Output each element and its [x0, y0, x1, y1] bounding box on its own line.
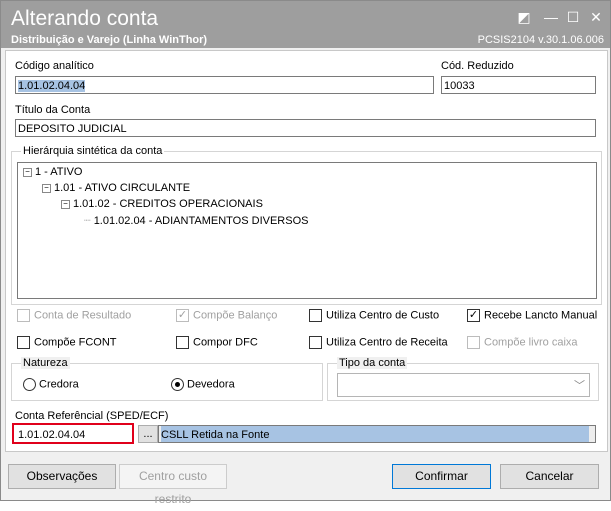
minimize-icon[interactable]: —: [541, 8, 561, 26]
centro-receita-checkbox[interactable]: Utiliza Centro de Receita: [309, 336, 448, 349]
referencial-lookup-button[interactable]: ...: [138, 425, 158, 443]
tree-node-label: 1.01 - ATIVO CIRCULANTE: [54, 182, 191, 194]
cancelar-button[interactable]: Cancelar: [500, 464, 599, 489]
checkbox-label: Compõe FCONT: [34, 336, 117, 349]
collapse-icon[interactable]: −: [42, 183, 51, 193]
compor-dfc-checkbox[interactable]: Compor DFC: [176, 336, 258, 349]
hierarchy-label: Hierárquia sintética da conta: [21, 145, 165, 157]
radio-label: Devedora: [187, 378, 235, 391]
tree-node-label: 1.01.02 - CREDITOS OPERACIONAIS: [73, 198, 263, 210]
compoe-fcont-checkbox[interactable]: Compõe FCONT: [17, 336, 117, 349]
devedora-radio[interactable]: Devedora: [171, 378, 235, 391]
observacoes-button[interactable]: Observações: [8, 464, 116, 489]
radio-icon: [23, 378, 36, 391]
collapse-icon[interactable]: −: [23, 167, 32, 177]
tree-node-adiantamentos[interactable]: ┈ 1.01.02.04 - ADIANTAMENTOS DIVERSOS: [84, 214, 308, 227]
codigo-analitico-input[interactable]: 1.01.02.04.04: [15, 76, 434, 94]
collapse-icon[interactable]: −: [61, 199, 70, 209]
tree-node-ativo-circulante[interactable]: −1.01 - ATIVO CIRCULANTE: [42, 182, 190, 194]
tree-node-label: 1.01.02.04 - ADIANTAMENTOS DIVERSOS: [93, 215, 309, 227]
window-subtitle: Distribuição e Varejo (Linha WinThor): [11, 34, 208, 46]
checkmark-icon: ✓: [467, 309, 480, 322]
titulo-input[interactable]: DEPOSITO JUDICIAL: [15, 119, 596, 137]
codigo-analitico-value: 1.01.02.04.04: [18, 80, 86, 92]
tree-node-ativo[interactable]: −1 - ATIVO: [23, 166, 82, 178]
referencial-description: CSLL Retida na Fonte: [158, 425, 596, 443]
confirmar-button[interactable]: Confirmar: [392, 464, 491, 489]
checkbox-label: Recebe Lancto Manual: [484, 309, 598, 322]
codigo-analitico-label: Código analítico: [15, 60, 94, 72]
radio-selected-icon: [171, 378, 184, 391]
radio-label: Credora: [39, 378, 79, 391]
checkbox-box: [17, 309, 30, 322]
hierarchy-tree[interactable]: −1 - ATIVO −1.01 - ATIVO CIRCULANTE −1.0…: [17, 162, 597, 299]
titulo-label: Título da Conta: [15, 104, 91, 116]
tree-node-creditos-operacionais[interactable]: −1.01.02 - CREDITOS OPERACIONAIS: [61, 198, 263, 210]
credora-radio[interactable]: Credora: [23, 378, 79, 391]
checkbox-label: Compõe livro caixa: [484, 336, 578, 349]
checkbox-box: [309, 336, 322, 349]
version-label: PCSIS2104 v.30.1.06.006: [477, 34, 604, 46]
checkbox-label: Compõe Balanço: [193, 309, 278, 322]
checkbox-box: [17, 336, 30, 349]
cod-reduzido-label: Cód. Reduzido: [441, 60, 514, 72]
window-title: Alterando conta: [11, 7, 159, 30]
highlight-box: [12, 423, 134, 444]
checkbox-box: [309, 309, 322, 322]
button-bar: Observações Centro custo restrito Confir…: [1, 453, 610, 506]
chevron-down-icon[interactable]: ﹀: [574, 377, 585, 393]
cod-reduzido-input[interactable]: 10033: [441, 76, 596, 94]
checkbox-label: Utiliza Centro de Receita: [326, 336, 448, 349]
centro-custo-restrito-button[interactable]: Centro custo restrito: [119, 464, 227, 506]
recebe-lancto-checkbox[interactable]: ✓ Recebe Lancto Manual: [467, 309, 597, 322]
tree-connector-icon: ┈: [84, 215, 91, 227]
referencial-description-value: CSLL Retida na Fonte: [161, 426, 589, 442]
dialog-window: Alterando conta Distribuição e Varejo (L…: [0, 0, 611, 506]
maximize-icon[interactable]: ☐: [563, 8, 583, 26]
tipo-conta-label: Tipo da conta: [337, 357, 408, 369]
title-bar: Alterando conta Distribuição e Varejo (L…: [1, 1, 610, 48]
compoe-balanco-checkbox[interactable]: ✓ Compõe Balanço: [176, 309, 277, 322]
referencial-label: Conta Referêncial (SPED/ECF): [15, 410, 169, 422]
centro-custo-checkbox[interactable]: Utiliza Centro de Custo: [309, 309, 439, 322]
conta-resultado-checkbox[interactable]: Conta de Resultado: [17, 309, 131, 322]
checkbox-label: Compor DFC: [193, 336, 258, 349]
checkmark-icon: ✓: [176, 309, 189, 322]
checkbox-box: [467, 336, 480, 349]
checkbox-box: [176, 336, 189, 349]
checkbox-label: Utiliza Centro de Custo: [326, 309, 440, 322]
tipo-conta-select[interactable]: ﹀: [337, 373, 590, 397]
checkbox-label: Conta de Resultado: [34, 309, 132, 322]
resize-icon[interactable]: ◩: [514, 8, 534, 26]
natureza-label: Natureza: [21, 357, 70, 369]
livro-caixa-checkbox[interactable]: Compõe livro caixa: [467, 336, 578, 349]
tree-node-label: 1 - ATIVO: [35, 166, 83, 178]
close-icon[interactable]: ✕: [586, 8, 606, 26]
